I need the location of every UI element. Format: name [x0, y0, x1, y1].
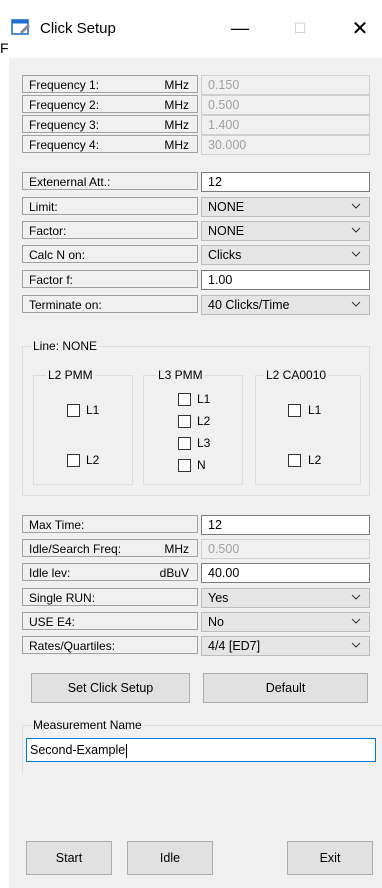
param-row: Terminate on: 40 Clicks/Time: [22, 295, 370, 315]
idle-lev-input[interactable]: 40.00: [201, 563, 370, 583]
frequency-3-field: 1.400: [201, 115, 370, 135]
param-label: Idle/Search Freq: MHz: [22, 539, 198, 557]
set-click-setup-button[interactable]: Set Click Setup: [31, 673, 190, 703]
l3pmm-n-checkbox[interactable]: [178, 459, 191, 472]
checkbox-label: L1: [86, 403, 100, 417]
window-title: Click Setup: [40, 20, 116, 37]
l3-pmm-group: L3 PMM L1 L2 L3 N: [143, 368, 243, 485]
param-row: Frequency 2: MHz 0.500: [22, 95, 370, 115]
param-label: Max Time:: [22, 515, 198, 533]
exit-button[interactable]: Exit: [287, 841, 373, 875]
param-label: Idle lev: dBuV: [22, 563, 198, 581]
l2ca-l2-checkbox[interactable]: [288, 454, 301, 467]
title-bar: Click Setup — ☐ ✕: [0, 0, 382, 58]
chevron-down-icon: [351, 227, 361, 233]
param-row: Rates/Quartiles: 4/4 [ED7]: [22, 636, 370, 656]
l2pmm-l1-checkbox[interactable]: [67, 404, 80, 417]
param-row: Frequency 4: MHz 30.000: [22, 135, 370, 155]
use-e4-select[interactable]: No: [201, 612, 370, 632]
checkbox-label: L2: [86, 453, 100, 467]
limit-select[interactable]: NONE: [201, 197, 370, 217]
param-label: Limit:: [22, 197, 198, 215]
param-label: Frequency 4: MHz: [22, 135, 198, 153]
param-row: Frequency 3: MHz 1.400: [22, 115, 370, 135]
l2-ca0010-title: L2 CA0010: [264, 368, 329, 382]
param-row: Factor: NONE: [22, 221, 370, 241]
idle-button[interactable]: Idle: [127, 841, 213, 875]
param-row: Limit: NONE: [22, 197, 370, 217]
l2ca-l1-checkbox[interactable]: [288, 404, 301, 417]
param-row: Idle lev: dBuV 40.00: [22, 563, 370, 583]
param-row: Frequency 1: MHz 0.150: [22, 75, 370, 95]
param-label: Factor f:: [22, 270, 198, 288]
chevron-down-icon: [351, 618, 361, 624]
l3pmm-l3-checkbox[interactable]: [178, 437, 191, 450]
param-row: Idle/Search Freq: MHz 0.500: [22, 539, 370, 559]
param-row: Factor f: 1.00: [22, 270, 370, 290]
chevron-down-icon: [351, 594, 361, 600]
max-time-input[interactable]: 12: [201, 515, 370, 535]
rates-quartiles-select[interactable]: 4/4 [ED7]: [201, 636, 370, 656]
l2-ca0010-group: L2 CA0010 L1 L2: [255, 368, 361, 485]
app-icon: [11, 19, 30, 35]
param-label: Single RUN:: [22, 588, 198, 606]
param-row: Single RUN: Yes: [22, 588, 370, 608]
param-label: USE E4:: [22, 612, 198, 630]
checkbox-label: L3: [197, 436, 211, 450]
measurement-name-input[interactable]: Second-Example: [26, 738, 376, 762]
checkbox-label: L2: [308, 453, 322, 467]
param-label: Frequency 3: MHz: [22, 115, 198, 133]
param-label: Frequency 1: MHz: [22, 75, 198, 93]
param-row: Max Time: 12: [22, 515, 370, 535]
minimize-button[interactable]: —: [220, 14, 260, 42]
param-label: Rates/Quartiles:: [22, 636, 198, 654]
chevron-down-icon: [351, 203, 361, 209]
start-button[interactable]: Start: [26, 841, 112, 875]
param-label: Extenernal Att.:: [22, 172, 198, 190]
line-group-title: Line: NONE: [31, 339, 100, 353]
param-label: Calc N on:: [22, 245, 198, 263]
frequency-2-field: 0.500: [201, 95, 370, 115]
default-button[interactable]: Default: [203, 673, 368, 703]
chevron-down-icon: [351, 301, 361, 307]
maximize-button: ☐: [293, 19, 307, 36]
calc-n-on-select[interactable]: Clicks: [201, 245, 370, 265]
l2pmm-l2-checkbox[interactable]: [67, 454, 80, 467]
checkbox-label: L1: [197, 392, 211, 406]
checkbox-label: N: [197, 458, 206, 472]
factor-f-input[interactable]: 1.00: [201, 270, 370, 290]
measurement-name-label: Measurement Name: [31, 718, 144, 732]
close-button[interactable]: ✕: [340, 14, 380, 42]
param-label: Factor:: [22, 221, 198, 239]
param-row: Extenernal Att.: 12: [22, 172, 370, 192]
chevron-down-icon: [351, 642, 361, 648]
line-group: Line: NONE L2 PMM L1 L2 L3 PMM L1 L2 L3 …: [22, 339, 370, 496]
l2-pmm-title: L2 PMM: [46, 368, 95, 382]
param-label: Terminate on:: [22, 295, 198, 313]
checkbox-label: L2: [197, 414, 211, 428]
background-window-glyph: F: [0, 40, 9, 56]
frequency-4-field: 30.000: [201, 135, 370, 155]
single-run-select[interactable]: Yes: [201, 588, 370, 608]
param-label: Frequency 2: MHz: [22, 95, 198, 113]
param-row: Calc N on: Clicks: [22, 245, 370, 265]
l3pmm-l2-checkbox[interactable]: [178, 415, 191, 428]
factor-select[interactable]: NONE: [201, 221, 370, 241]
frequency-1-field: 0.150: [201, 75, 370, 95]
chevron-down-icon: [351, 251, 361, 257]
terminate-on-select[interactable]: 40 Clicks/Time: [201, 295, 370, 315]
external-att-input[interactable]: 12: [201, 172, 370, 192]
l3-pmm-title: L3 PMM: [156, 368, 205, 382]
checkbox-label: L1: [308, 403, 322, 417]
l3pmm-l1-checkbox[interactable]: [178, 393, 191, 406]
idle-search-freq-field: 0.500: [201, 539, 370, 559]
l2-pmm-group: L2 PMM L1 L2: [33, 368, 133, 485]
param-row: USE E4: No: [22, 612, 370, 632]
